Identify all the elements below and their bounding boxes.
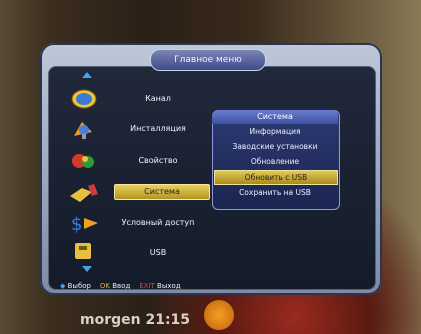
dollar-icon: $	[71, 214, 98, 234]
gear-icon	[72, 154, 94, 168]
usb-icon	[75, 243, 91, 259]
menu-item-usb[interactable]: USB	[108, 246, 208, 260]
select-hint: Выбор	[67, 282, 91, 290]
submenu-item-save-to-usb[interactable]: Сохранить на USB	[214, 186, 336, 199]
menu-item-channel[interactable]: Канал	[108, 92, 208, 106]
submenu-item-factory-settings[interactable]: Заводские установки	[214, 140, 336, 153]
scroll-up-icon[interactable]	[82, 72, 92, 78]
background-caption: morgen 21:15	[80, 312, 191, 328]
exit-key: EXIT	[139, 282, 155, 290]
scroll-down-icon[interactable]	[82, 266, 92, 272]
channel-logo	[204, 300, 234, 330]
select-key-icon: ◆	[60, 282, 66, 290]
satellite-dish-icon	[74, 122, 92, 139]
system-icon	[70, 184, 98, 202]
exit-hint: Выход	[157, 282, 181, 290]
ok-key: OK	[99, 282, 111, 290]
menu-item-system[interactable]: Система	[114, 184, 210, 200]
footer-hints: ◆ Выбор OK Ввод EXIT Выход	[60, 280, 360, 292]
submenu-title: Система	[212, 110, 338, 124]
submenu-item-update-from-usb[interactable]: Обновить с USB	[214, 170, 338, 185]
menu-item-conditional-access[interactable]: Условный доступ	[108, 216, 208, 230]
tv-icon	[71, 89, 97, 109]
submenu-item-update[interactable]: Обновление	[214, 155, 336, 168]
submenu-item-information[interactable]: Информация	[214, 125, 336, 138]
ok-hint: Ввод	[112, 282, 131, 290]
menu-item-properties[interactable]: Свойство	[108, 154, 208, 168]
menu-title: Главное меню	[150, 49, 266, 71]
menu-item-installation[interactable]: Инсталляция	[108, 122, 208, 136]
svg-text:$: $	[71, 214, 82, 234]
